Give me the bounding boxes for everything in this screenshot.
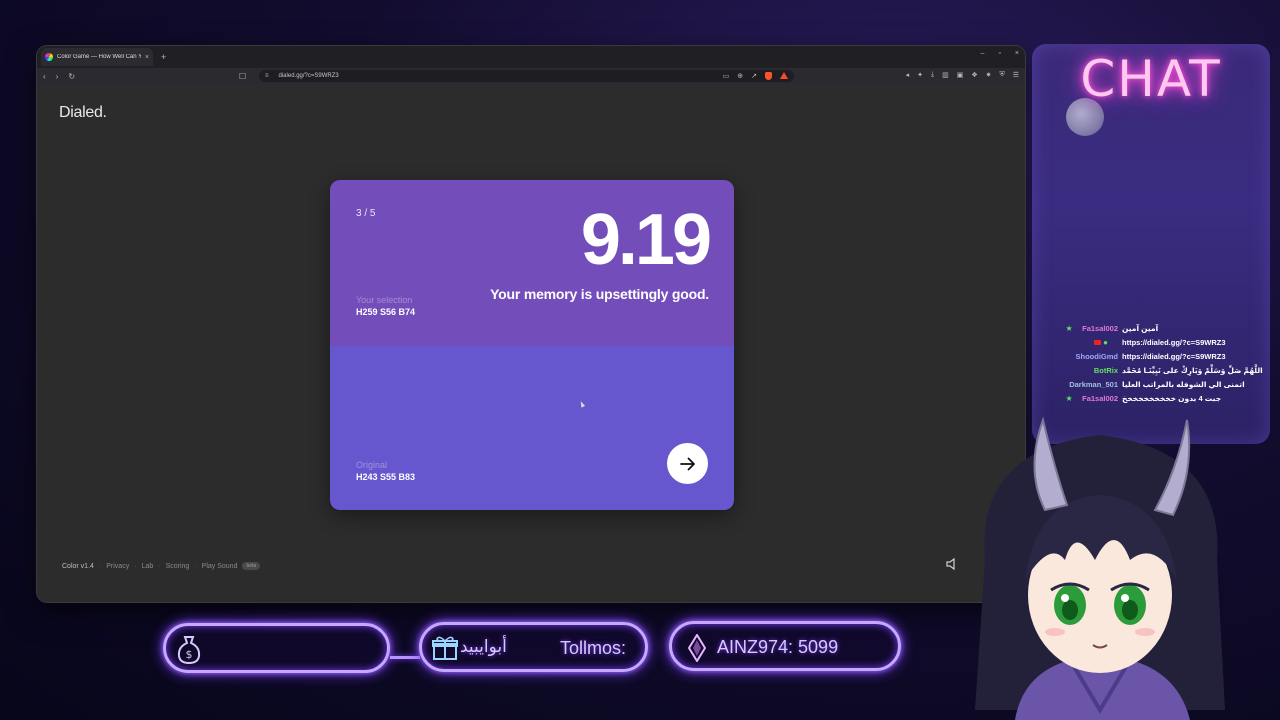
download-icon[interactable]: ⤓ — [931, 71, 934, 79]
brave-shield-icon[interactable] — [765, 72, 772, 80]
close-window-button[interactable]: × — [1015, 50, 1019, 57]
selection-swatch: 3 / 5 9.19 Your memory is upsettingly go… — [330, 180, 734, 346]
selection-label: Your selection — [356, 295, 413, 305]
browser-tab[interactable]: Color Game — How Well Can Y × — [41, 48, 153, 66]
chat-badges: ★ — [1065, 324, 1072, 333]
chat-text: آمين آمين — [1122, 324, 1159, 333]
share-icon[interactable]: ↗ — [751, 72, 757, 80]
extension-icons: ◂ ✦ ⤓ ▥ ▣ ❖ ✷ ⛨ ☰ — [906, 71, 1019, 79]
selection-value: H259 S56 B74 — [356, 307, 416, 317]
footer-link-play-sound[interactable]: Play Sound — [202, 563, 238, 570]
version-label: Color v1.4 — [62, 562, 94, 570]
star-badge-icon: ★ — [1065, 394, 1073, 403]
menu-icon[interactable]: ☰ — [1013, 71, 1019, 79]
subscriber-widget: AINZ974: 5099 — [669, 621, 901, 671]
reload-icon[interactable]: ↻ — [68, 72, 75, 81]
bookmark-icon[interactable]: ☐ — [239, 72, 246, 81]
sidebar-icon[interactable]: ▥ — [942, 71, 949, 79]
chat-username[interactable]: ShoodiGmd — [1076, 352, 1119, 361]
puzzle-icon[interactable]: ❖ — [971, 71, 977, 79]
speaker-icon[interactable]: ◂ — [906, 71, 910, 79]
svg-text:$: $ — [186, 648, 193, 661]
chat-text: اتمنى الي الشوفله بالمراتب العليا — [1122, 380, 1245, 389]
chat-message: ● https://dialed.gg/?c=S9WRZ3 — [1032, 336, 1270, 350]
ai-icon[interactable]: ✷ — [986, 71, 992, 79]
chat-panel: CHAT ★ Fa1sal002 آمين آمين ● https://dialed.… — [1032, 44, 1270, 444]
tab-bar: Color Game — How Well Can Y × + – ▫ × — [37, 46, 1025, 68]
minimize-button[interactable]: – — [981, 50, 985, 57]
round-counter: 3 / 5 — [356, 208, 376, 219]
forward-icon[interactable]: › — [56, 72, 59, 81]
chat-message: ★ Fa1sal002 جبت 4 بدون خخخخخخخخخخ — [1032, 392, 1270, 406]
widget-connector — [390, 656, 420, 659]
wallet-icon[interactable]: ▣ — [957, 71, 964, 79]
new-tab-button[interactable]: + — [161, 52, 166, 62]
result-card: 3 / 5 9.19 Your memory is upsettingly go… — [330, 180, 734, 510]
brave-rewards-icon[interactable] — [780, 72, 788, 79]
chat-text: اللَّهُمَّ صَلِّ وَسَلِّمْ وَبَارِكْ على… — [1122, 366, 1263, 375]
footer-separator: · — [98, 562, 102, 570]
original-swatch: Original H243 S55 B83 — [330, 346, 734, 510]
footer-separator: · — [134, 562, 137, 570]
chat-messages: ★ Fa1sal002 آمين آمين ● https://dialed.gg/?c… — [1032, 322, 1270, 406]
donation-widget: $ — [163, 623, 390, 673]
url-text[interactable]: dialed.gg/?c=S9WRZ3 — [279, 73, 713, 79]
diamond-icon — [688, 634, 706, 662]
address-bar[interactable]: ☐ ≡ dialed.gg/?c=S9WRZ3 ▭ ⊕ ↗ — [239, 70, 794, 82]
footer-link-scoring[interactable]: Scoring — [166, 563, 190, 570]
extension-icon[interactable]: ✦ — [917, 71, 923, 79]
money-bag-icon: $ — [177, 636, 201, 664]
chat-username[interactable]: Darkman_501 — [1069, 380, 1118, 389]
arrow-right-icon — [679, 457, 695, 470]
site-info-icon[interactable]: ≡ — [265, 73, 269, 79]
follow-label: Tollmos: — [560, 638, 627, 658]
follower-widget: أبوايبيد Tollmos: — [419, 622, 648, 672]
chat-text: https://dialed.gg/?c=S9WRZ3 — [1122, 338, 1226, 347]
vpn-icon[interactable]: ⛨ — [999, 71, 1004, 79]
chat-badges: ★ — [1065, 394, 1072, 403]
chat-text: جبت 4 بدون خخخخخخخخخخ — [1122, 394, 1222, 403]
chat-text: https://dialed.gg/?c=S9WRZ3 — [1122, 352, 1226, 361]
star-badge-icon: ★ — [1065, 324, 1073, 333]
browser-window: Color Game — How Well Can Y × + – ▫ × ‹ … — [37, 46, 1025, 602]
close-tab-icon[interactable]: × — [145, 54, 149, 61]
tab-title: Color Game — How Well Can Y — [57, 54, 141, 60]
zoom-icon[interactable]: ⊕ — [737, 72, 743, 80]
footer-link-lab[interactable]: Lab — [142, 563, 154, 570]
vtuber-avatar — [975, 416, 1225, 720]
youtube-badge-icon — [1094, 340, 1102, 345]
gift-icon — [432, 636, 458, 660]
score-verdict: Your memory is upsettingly good. — [490, 286, 709, 302]
chat-message: ShoodiGmd https://dialed.gg/?c=S9WRZ3 — [1032, 350, 1270, 364]
footer-link-privacy[interactable]: Privacy — [106, 563, 129, 570]
chat-message: Darkman_501 اتمنى الي الشوفله بالمراتب ال… — [1032, 378, 1270, 392]
chat-username[interactable]: Fa1sal002 — [1082, 324, 1118, 333]
chat-badges: ● — [1094, 338, 1108, 347]
color-wheel-icon — [45, 53, 53, 61]
footer-separator: · — [158, 562, 161, 570]
maximize-button[interactable]: ▫ — [998, 50, 1000, 57]
page-footer: Color v1.4 · Privacy · Lab · Scoring · P… — [62, 562, 261, 570]
chat-username[interactable]: BotRix — [1094, 366, 1118, 375]
chat-username[interactable]: Fa1sal002 — [1082, 394, 1118, 403]
site-logo[interactable]: Dialed. — [59, 104, 107, 122]
follower-name: أبوايبيد — [460, 637, 507, 656]
verified-badge-icon: ● — [1103, 338, 1108, 347]
web-page: Dialed. 3 / 5 9.19 Your memory is upsett… — [37, 84, 1025, 602]
window-controls: – ▫ × — [981, 50, 1019, 57]
next-round-button[interactable] — [667, 443, 708, 484]
beta-badge: beta — [242, 562, 261, 570]
back-icon[interactable]: ‹ — [43, 72, 46, 81]
footer-separator: · — [194, 562, 197, 570]
chat-message: BotRix اللَّهُمَّ صَلِّ وَسَلِّمْ وَبَارِ… — [1032, 364, 1270, 378]
cast-icon[interactable]: ▭ — [723, 72, 730, 80]
score-value: 9.19 — [580, 200, 712, 280]
url-actions: ▭ ⊕ ↗ — [723, 72, 788, 80]
original-label: Original — [356, 460, 388, 470]
chat-message: ★ Fa1sal002 آمين آمين — [1032, 322, 1270, 336]
original-value: H243 S55 B83 — [356, 472, 416, 482]
subscriber-count: AINZ974: 5099 — [717, 637, 839, 657]
chat-title: CHAT — [1080, 50, 1222, 108]
